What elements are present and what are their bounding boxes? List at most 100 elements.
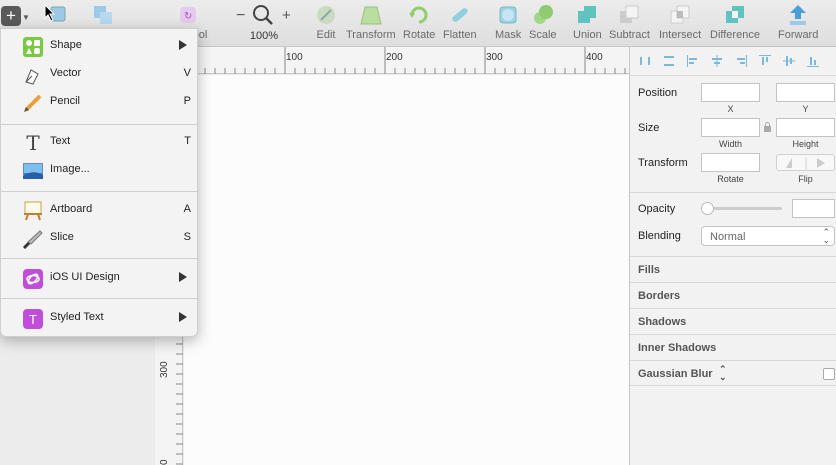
align-middle-vertical-icon[interactable] bbox=[783, 55, 795, 67]
menu-item-artboard[interactable]: Artboard A bbox=[1, 197, 199, 223]
menu-item-label: Styled Text bbox=[50, 311, 104, 323]
fills-section[interactable]: Fills bbox=[630, 256, 836, 282]
forward-button[interactable]: Forward bbox=[778, 4, 818, 44]
transform-label: Transform bbox=[346, 29, 396, 41]
insert-menu: Shape Vector V Pencil P T Text T Image..… bbox=[0, 28, 199, 337]
shortcut-key: T bbox=[184, 135, 191, 147]
edit-button[interactable]: Edit bbox=[315, 4, 337, 44]
alignment-bar bbox=[630, 47, 836, 76]
menu-item-label: Text bbox=[50, 135, 71, 147]
distribute-horizontal-icon[interactable] bbox=[639, 55, 651, 67]
flatten-icon bbox=[449, 4, 471, 26]
borders-label: Borders bbox=[638, 290, 681, 302]
width-field[interactable] bbox=[701, 118, 760, 137]
rotate-field[interactable] bbox=[701, 153, 760, 172]
height-field[interactable] bbox=[776, 118, 835, 137]
zoom-control[interactable]: − + 100% bbox=[236, 4, 292, 44]
mask-button[interactable]: Mask bbox=[495, 4, 521, 44]
submenu-arrow-icon bbox=[179, 272, 187, 282]
menu-item-ios-ui-design[interactable]: iOS UI Design bbox=[1, 265, 199, 291]
chevron-down-icon[interactable]: ▼ bbox=[22, 13, 30, 22]
opacity-slider-thumb[interactable] bbox=[701, 202, 714, 215]
mouse-cursor-icon bbox=[44, 4, 56, 22]
inner-shadows-section[interactable]: Inner Shadows bbox=[630, 334, 836, 360]
mask-icon bbox=[497, 4, 519, 26]
ruler-label-200: 200 bbox=[386, 52, 403, 63]
shortcut-key: A bbox=[183, 203, 191, 215]
position-label: Position bbox=[638, 87, 678, 99]
ruler-label-300-vertical: 300 bbox=[159, 361, 170, 378]
ruler-label-100: 100 bbox=[286, 52, 303, 63]
distribute-vertical-icon[interactable] bbox=[663, 55, 675, 67]
menu-item-styled-text[interactable]: T Styled Text bbox=[1, 305, 199, 331]
zoom-in-button[interactable]: + bbox=[282, 7, 291, 24]
menu-item-vector[interactable]: Vector V bbox=[1, 61, 199, 87]
menu-item-pencil[interactable]: Pencil P bbox=[1, 89, 199, 115]
height-label: Height bbox=[792, 139, 819, 149]
shortcut-key: P bbox=[183, 95, 191, 107]
difference-button[interactable]: Difference bbox=[710, 4, 760, 44]
union-button[interactable]: Union bbox=[573, 4, 602, 44]
lock-icon[interactable] bbox=[763, 122, 772, 135]
menu-item-label: Pencil bbox=[50, 95, 80, 107]
zoom-level: 100% bbox=[249, 30, 279, 42]
subtract-icon bbox=[618, 4, 640, 26]
align-bottom-icon[interactable] bbox=[807, 55, 819, 67]
x-field[interactable] bbox=[701, 83, 760, 102]
align-right-icon[interactable] bbox=[735, 55, 747, 67]
opacity-field[interactable] bbox=[792, 199, 835, 218]
difference-icon bbox=[724, 4, 746, 26]
rotate-button[interactable]: Rotate bbox=[403, 4, 435, 44]
opacity-slider-track[interactable] bbox=[704, 207, 782, 210]
blending-select[interactable]: Normal ⌃ ⌄ bbox=[701, 226, 835, 246]
flatten-button[interactable]: Flatten bbox=[443, 4, 477, 44]
magnifier-icon[interactable] bbox=[252, 4, 274, 29]
divider bbox=[630, 192, 836, 193]
gaussian-blur-label: Gaussian Blur bbox=[638, 368, 713, 380]
intersect-button[interactable]: Intersect bbox=[659, 4, 701, 44]
blending-label: Blending bbox=[638, 230, 681, 242]
blending-value: Normal bbox=[710, 231, 746, 243]
union-icon bbox=[576, 4, 598, 26]
ruler-label-300: 300 bbox=[486, 52, 503, 63]
y-field[interactable] bbox=[776, 83, 835, 102]
svg-text:↻: ↻ bbox=[184, 11, 192, 22]
menu-item-image[interactable]: Image... bbox=[1, 157, 199, 183]
gaussian-blur-section[interactable]: Gaussian Blur ⌃ ⌄ bbox=[630, 360, 836, 386]
canvas[interactable] bbox=[184, 75, 629, 465]
menu-item-slice[interactable]: Slice S bbox=[1, 225, 199, 251]
flip-buttons[interactable] bbox=[776, 154, 835, 171]
menu-item-label: Vector bbox=[50, 67, 82, 79]
menu-item-label: Image... bbox=[50, 163, 90, 175]
borders-section[interactable]: Borders bbox=[630, 282, 836, 308]
gaussian-blur-checkbox[interactable] bbox=[823, 368, 835, 380]
mask-label: Mask bbox=[495, 29, 522, 41]
flip-label: Flip bbox=[798, 174, 813, 184]
library-icon bbox=[23, 269, 43, 289]
menu-item-label: iOS UI Design bbox=[50, 271, 120, 283]
align-center-horizontal-icon[interactable] bbox=[711, 55, 723, 67]
transform-button[interactable]: Transform bbox=[346, 4, 396, 44]
align-left-icon[interactable] bbox=[687, 55, 699, 67]
styled-text-glyph: T bbox=[29, 311, 37, 327]
opacity-label: Opacity bbox=[638, 203, 676, 215]
scale-button[interactable]: Scale bbox=[529, 4, 557, 44]
y-label: Y bbox=[802, 104, 809, 114]
rotate-icon bbox=[408, 4, 430, 26]
menu-separator bbox=[1, 124, 199, 125]
vector-pen-icon bbox=[23, 65, 43, 85]
fills-label: Fills bbox=[638, 264, 661, 276]
zoom-out-button[interactable]: − bbox=[236, 7, 245, 25]
subtract-button[interactable]: Subtract bbox=[609, 4, 650, 44]
menu-item-text[interactable]: T Text T bbox=[1, 129, 199, 155]
align-top-icon[interactable] bbox=[759, 55, 771, 67]
insert-button[interactable]: + bbox=[1, 6, 21, 26]
menu-item-label: Shape bbox=[50, 39, 82, 51]
intersect-icon bbox=[669, 4, 691, 26]
inspector-panel: Position X Y Size Width Height Transform… bbox=[629, 47, 836, 465]
transform-label: Transform bbox=[638, 157, 688, 169]
menu-item-shape[interactable]: Shape bbox=[1, 33, 199, 59]
chevron-updown-icon[interactable]: ⌃ ⌄ bbox=[719, 365, 727, 382]
shadows-section[interactable]: Shadows bbox=[630, 308, 836, 334]
menu-item-label: Slice bbox=[50, 231, 74, 243]
